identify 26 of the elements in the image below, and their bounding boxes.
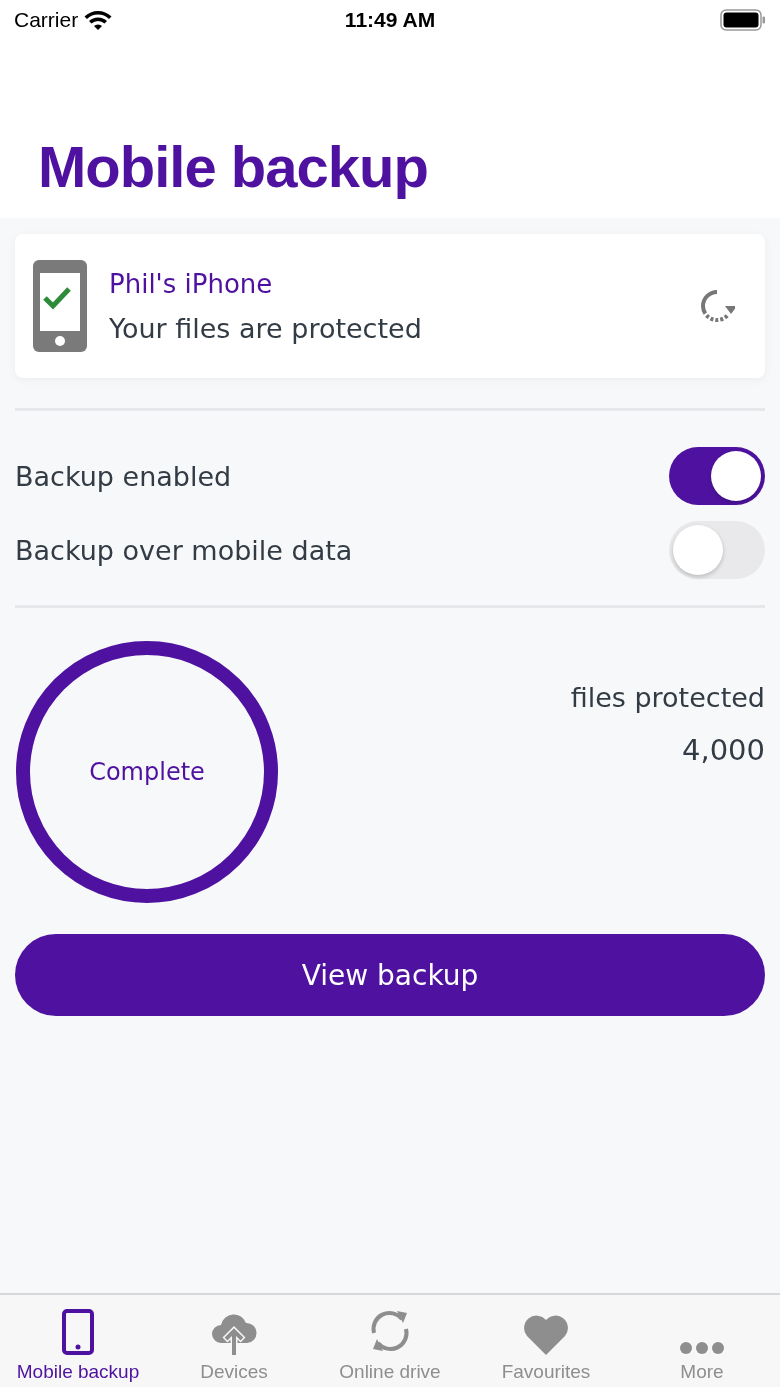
tab-item[interactable]: Mobile backup xyxy=(0,1295,156,1387)
files-label: files protected xyxy=(570,682,765,713)
more-icon xyxy=(679,1341,725,1355)
files-count: 4,000 xyxy=(681,733,765,767)
setting-label: Backup enabled xyxy=(15,460,232,492)
device-card[interactable]: Phil's iPhone Your files are protected xyxy=(15,234,765,378)
toggle-switch[interactable] xyxy=(669,447,765,505)
device-name: Phil's iPhone xyxy=(109,268,274,299)
wifi-icon xyxy=(84,10,113,30)
page-title: Mobile backup xyxy=(38,133,428,200)
view-backup-button[interactable]: View backup xyxy=(15,934,765,1016)
device-status: Your files are protected xyxy=(109,312,423,344)
carrier-name: Carrier xyxy=(14,8,79,32)
battery-icon xyxy=(720,9,766,31)
refresh-icon[interactable] xyxy=(699,288,735,324)
setting-label: Backup over mobile data xyxy=(15,534,353,566)
progress-label: Complete xyxy=(89,758,205,786)
tab-item[interactable]: Favourites xyxy=(468,1295,624,1387)
phone-icon xyxy=(62,1309,94,1355)
heart-icon xyxy=(522,1313,570,1355)
phone-check-icon xyxy=(33,260,87,352)
cloud-upload-icon xyxy=(211,1311,257,1355)
status-time: 11:49 AM xyxy=(344,8,436,32)
tab-item[interactable]: More xyxy=(624,1295,780,1387)
tab-item[interactable]: Devices xyxy=(156,1295,312,1387)
tab-item[interactable]: Online drive xyxy=(312,1295,468,1387)
